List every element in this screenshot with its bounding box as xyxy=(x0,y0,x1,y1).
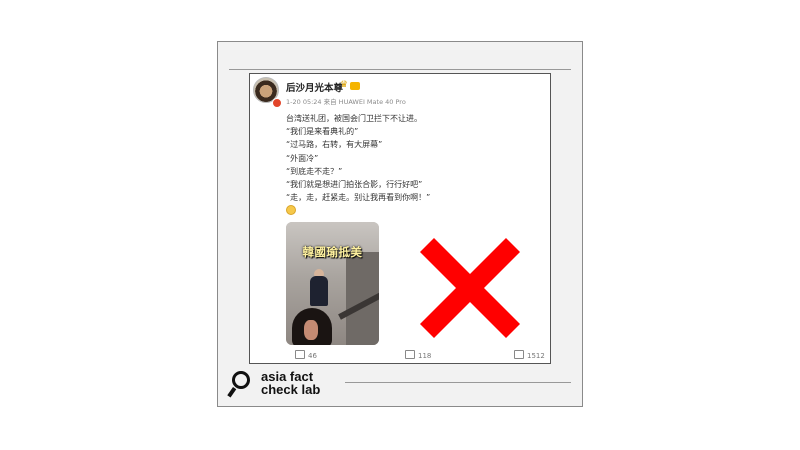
verified-badge-icon xyxy=(272,98,282,108)
comment-count: 118 xyxy=(418,352,432,360)
post-line: “过马路，右转，有大屏幕” xyxy=(286,140,383,150)
repost-button[interactable]: 46 xyxy=(295,350,317,360)
post-line: “走，走，赶紧走。别让我再看到你啊！” xyxy=(286,193,431,203)
like-button[interactable]: 1512 xyxy=(514,350,545,360)
post-line: “到底走不走？” xyxy=(286,166,343,176)
comment-icon xyxy=(405,350,415,359)
repost-icon xyxy=(295,350,305,359)
logo-text: asia fact check lab xyxy=(261,370,320,396)
like-count: 1512 xyxy=(527,352,545,360)
post-body: 台湾送礼团，被国会门卫拦下不让进。 “我们是来看典礼的” “过马路，右转，有大屏… xyxy=(286,112,546,204)
vip-badge-icon xyxy=(350,82,360,90)
logo-line-2: check lab xyxy=(261,382,321,397)
post-username[interactable]: 后沙月光本尊 xyxy=(286,80,343,94)
post-line: “我们就是想进门拍张合影，行行好吧” xyxy=(286,179,423,189)
post-meta: 1-20 05:24 来自 HUAWEI Mate 40 Pro xyxy=(286,98,406,106)
red-x-icon xyxy=(420,238,520,338)
repost-count: 46 xyxy=(308,352,317,360)
post-line: 台湾送礼团，被国会门卫拦下不让进。 xyxy=(286,114,422,123)
crown-icon: ♛ xyxy=(340,80,349,90)
asia-fact-check-lab-logo: asia fact check lab xyxy=(227,370,341,400)
bottom-rule xyxy=(345,382,571,383)
comment-button[interactable]: 118 xyxy=(405,350,431,360)
grimace-emoji-icon xyxy=(286,205,296,215)
post-line: “我们是来看典礼的” xyxy=(286,127,359,137)
video-caption: 韓國瑜抵美 xyxy=(302,245,363,259)
thumbs-up-icon xyxy=(514,350,524,359)
post-line: “外面冷” xyxy=(286,153,319,163)
top-rule xyxy=(229,69,571,70)
magnifier-icon xyxy=(232,371,250,389)
video-thumbnail[interactable]: 韓國瑜抵美 xyxy=(286,222,379,345)
